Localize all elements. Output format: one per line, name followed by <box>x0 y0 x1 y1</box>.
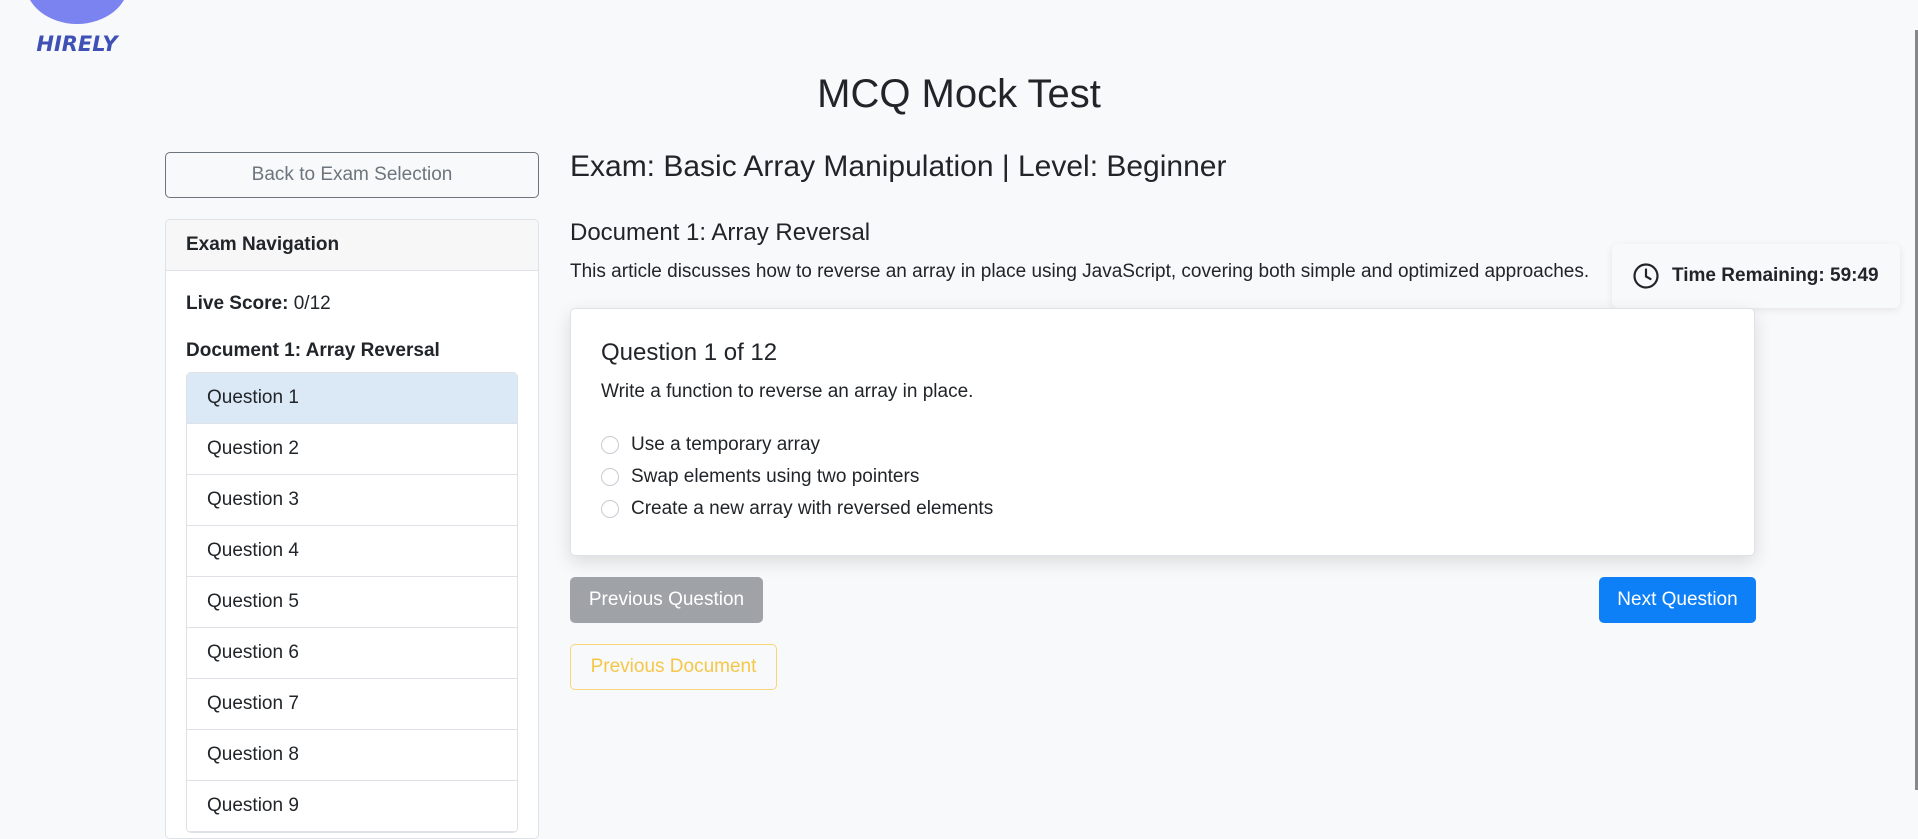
back-to-exam-selection-button[interactable]: Back to Exam Selection <box>165 152 539 198</box>
logo-circle <box>25 0 129 24</box>
document-title: Document 1: Array Reversal <box>570 219 871 246</box>
question-nav-item[interactable]: Question 9 <box>187 781 517 832</box>
question-text: Write a function to reverse an array in … <box>601 381 974 402</box>
exam-navigation-panel: Exam Navigation Live Score: 0/12 Documen… <box>165 219 539 839</box>
answer-option-label: Swap elements using two pointers <box>631 466 920 487</box>
hirely-logo: HIRELY <box>25 0 129 56</box>
radio-button[interactable] <box>601 500 619 518</box>
live-score-label: Live Score: <box>186 293 289 314</box>
question-nav-item[interactable]: Question 8 <box>187 730 517 781</box>
sidebar-document-label: Document 1: Array Reversal <box>186 340 440 361</box>
answer-option[interactable]: Create a new array with reversed element… <box>601 493 1724 525</box>
live-score: Live Score: 0/12 <box>186 293 518 315</box>
answer-option-label: Use a temporary array <box>631 434 821 455</box>
answer-option-label: Create a new array with reversed element… <box>631 498 994 519</box>
question-nav-item[interactable]: Question 7 <box>187 679 517 730</box>
document-description: This article discusses how to reverse an… <box>570 261 1590 282</box>
page-title: MCQ Mock Test <box>817 72 1101 116</box>
live-score-value: 0/12 <box>293 293 331 314</box>
question-heading: Question 1 of 12 <box>601 339 778 366</box>
logo-text: HIRELY <box>36 32 118 56</box>
question-nav-item[interactable]: Question 5 <box>187 577 517 628</box>
question-nav-item[interactable]: Question 6 <box>187 628 517 679</box>
radio-button[interactable] <box>601 468 619 486</box>
question-list: Question 1 Question 2 Question 3 Questio… <box>186 372 518 833</box>
exam-navigation-header: Exam Navigation <box>166 220 538 271</box>
radio-button[interactable] <box>601 436 619 454</box>
previous-question-button[interactable]: Previous Question <box>570 577 763 623</box>
question-nav-item[interactable]: Question 2 <box>187 424 517 475</box>
time-remaining: Time Remaining: 59:49 <box>1612 244 1900 308</box>
question-nav-item[interactable]: Question 1 <box>187 373 517 424</box>
exam-title: Exam: Basic Array Manipulation | Level: … <box>570 150 1227 183</box>
previous-document-button[interactable]: Previous Document <box>570 644 777 690</box>
question-nav-item[interactable]: Question 3 <box>187 475 517 526</box>
time-remaining-text: Time Remaining: 59:49 <box>1672 265 1879 286</box>
question-card: Question 1 of 12 Write a function to rev… <box>570 308 1755 556</box>
answer-option[interactable]: Swap elements using two pointers <box>601 461 1724 493</box>
answer-option[interactable]: Use a temporary array <box>601 429 1724 461</box>
clock-icon <box>1633 263 1659 289</box>
question-nav-item[interactable]: Question 4 <box>187 526 517 577</box>
next-question-button[interactable]: Next Question <box>1599 577 1756 623</box>
